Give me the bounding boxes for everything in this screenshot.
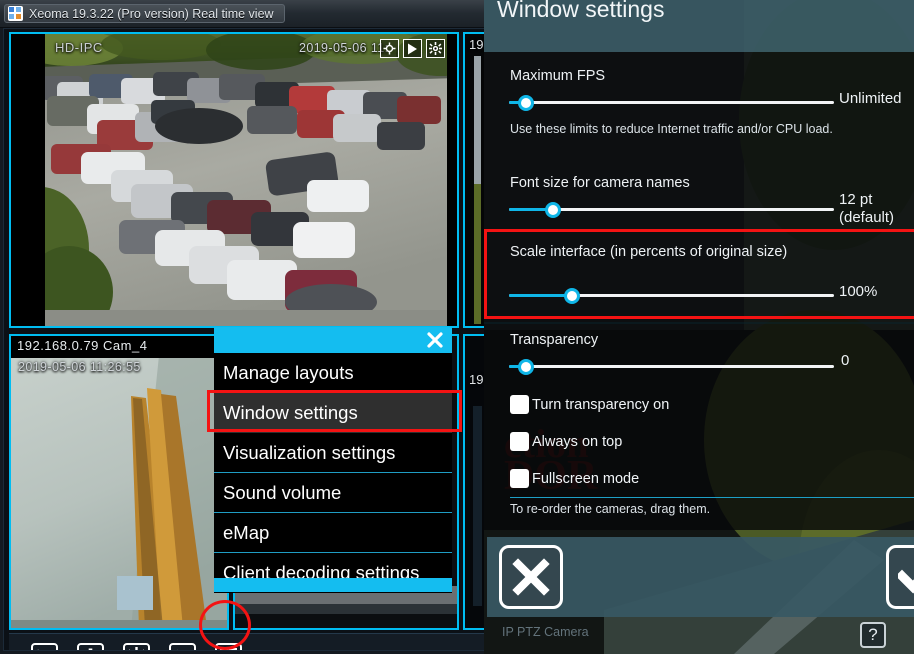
camera-cell-hd-ipc[interactable]: HD-IPC 2019-05-06 11: <box>9 32 459 328</box>
window-settings-dialog: ction DOR Window settings Maximum FPS Un… <box>484 0 914 654</box>
context-menu-header <box>214 327 452 353</box>
plus-icon[interactable] <box>77 643 104 650</box>
camera-cell-cam4[interactable]: 192.168.0.79 Cam_4 2019-05-06 11:26:55 <box>9 334 229 630</box>
menu-item-window-settings[interactable]: Window settings <box>214 393 452 433</box>
menu-item-label: eMap <box>223 521 270 543</box>
help-button[interactable]: ? <box>860 622 886 648</box>
check-icon[interactable] <box>886 545 914 609</box>
checkbox-label: Fullscreen mode <box>532 470 640 487</box>
menu-item-label: Sound volume <box>223 481 342 503</box>
gear-icon[interactable] <box>426 39 445 58</box>
status-camera-name: IP PTZ Camera <box>502 625 589 639</box>
scale-interface-slider[interactable] <box>509 287 834 305</box>
context-menu-footer <box>214 578 452 592</box>
font-size-value: 12 pt <box>839 191 873 208</box>
scale-interface-label: Scale interface (in percents of original… <box>510 244 788 260</box>
checkbox-box[interactable] <box>510 395 529 414</box>
xeoma-logo-icon <box>8 6 23 21</box>
menu-item-label: Window settings <box>223 402 358 423</box>
play-icon[interactable] <box>403 39 422 58</box>
camera-timestamp: 2019-05-06 11: <box>299 41 389 55</box>
xeoma-application: Xeoma 19.3.22 (Pro version) Real time vi… <box>0 0 914 654</box>
grid-icon[interactable] <box>215 643 242 650</box>
camera-name-label: HD-IPC <box>55 40 103 55</box>
font-size-label: Font size for camera names <box>510 175 690 191</box>
play-icon[interactable] <box>169 643 196 650</box>
transparency-slider[interactable] <box>509 358 834 376</box>
divider <box>510 497 914 498</box>
settings-footer <box>487 537 914 617</box>
menu-item-label: Visualization settings <box>223 441 396 463</box>
checkbox-label: Always on top <box>532 433 623 450</box>
settings-title: Window settings <box>497 0 665 22</box>
transparency-value: 0 <box>841 352 850 369</box>
window-titlebar: Xeoma 19.3.22 (Pro version) Real time vi… <box>0 0 491 28</box>
max-fps-label: Maximum FPS <box>510 68 606 84</box>
menu-item-manage-layouts[interactable]: Manage layouts <box>214 353 452 393</box>
camera-video-warehouse <box>11 336 227 628</box>
menu-item-emap[interactable]: eMap <box>214 513 452 553</box>
settings-body: Maximum FPS Unlimited Use these limits t… <box>484 52 914 530</box>
settings-status-bar: IP PTZ Camera ? <box>484 614 914 654</box>
menu-item-sound-volume[interactable]: Sound volume <box>214 473 452 513</box>
reorder-hint: To re-order the cameras, drag them. <box>510 502 711 516</box>
menu-item-visualization-settings[interactable]: Visualization settings <box>214 433 452 473</box>
max-fps-hint: Use these limits to reduce Internet traf… <box>510 122 833 136</box>
window-context-menu: Manage layouts Window settings Visualiza… <box>214 327 452 593</box>
list-icon[interactable] <box>31 643 58 650</box>
checkbox-always-on-top[interactable]: Always on top <box>510 432 622 451</box>
camera-video-parking-lot <box>11 34 457 326</box>
close-x-icon[interactable] <box>499 545 563 609</box>
max-fps-slider[interactable] <box>509 94 834 112</box>
max-fps-value: Unlimited <box>839 90 902 107</box>
scale-interface-value: 100% <box>839 283 878 300</box>
window-title: Xeoma 19.3.22 (Pro version) Real time vi… <box>29 6 274 21</box>
checkbox-box[interactable] <box>510 432 529 451</box>
checkbox-fullscreen-mode[interactable]: Fullscreen mode <box>510 469 639 488</box>
camera-name-label-cam4: 192.168.0.79 Cam_4 <box>17 338 148 353</box>
settings-header: Window settings <box>484 0 914 52</box>
checkbox-label: Turn transparency on <box>532 396 670 413</box>
bottom-toolbar <box>9 633 487 650</box>
font-size-value-default: (default) <box>839 209 895 226</box>
close-icon[interactable] <box>424 329 446 351</box>
ptz-icon[interactable] <box>380 39 399 58</box>
font-size-slider[interactable] <box>509 201 834 219</box>
transparency-label: Transparency <box>510 332 599 348</box>
checkbox-turn-transparency-on[interactable]: Turn transparency on <box>510 395 669 414</box>
menu-item-label: Manage layouts <box>223 361 354 383</box>
checkbox-box[interactable] <box>510 469 529 488</box>
help-label: ? <box>868 625 878 644</box>
gear-icon[interactable] <box>123 643 150 650</box>
camera-timestamp-cam4: 2019-05-06 11:26:55 <box>18 360 141 374</box>
